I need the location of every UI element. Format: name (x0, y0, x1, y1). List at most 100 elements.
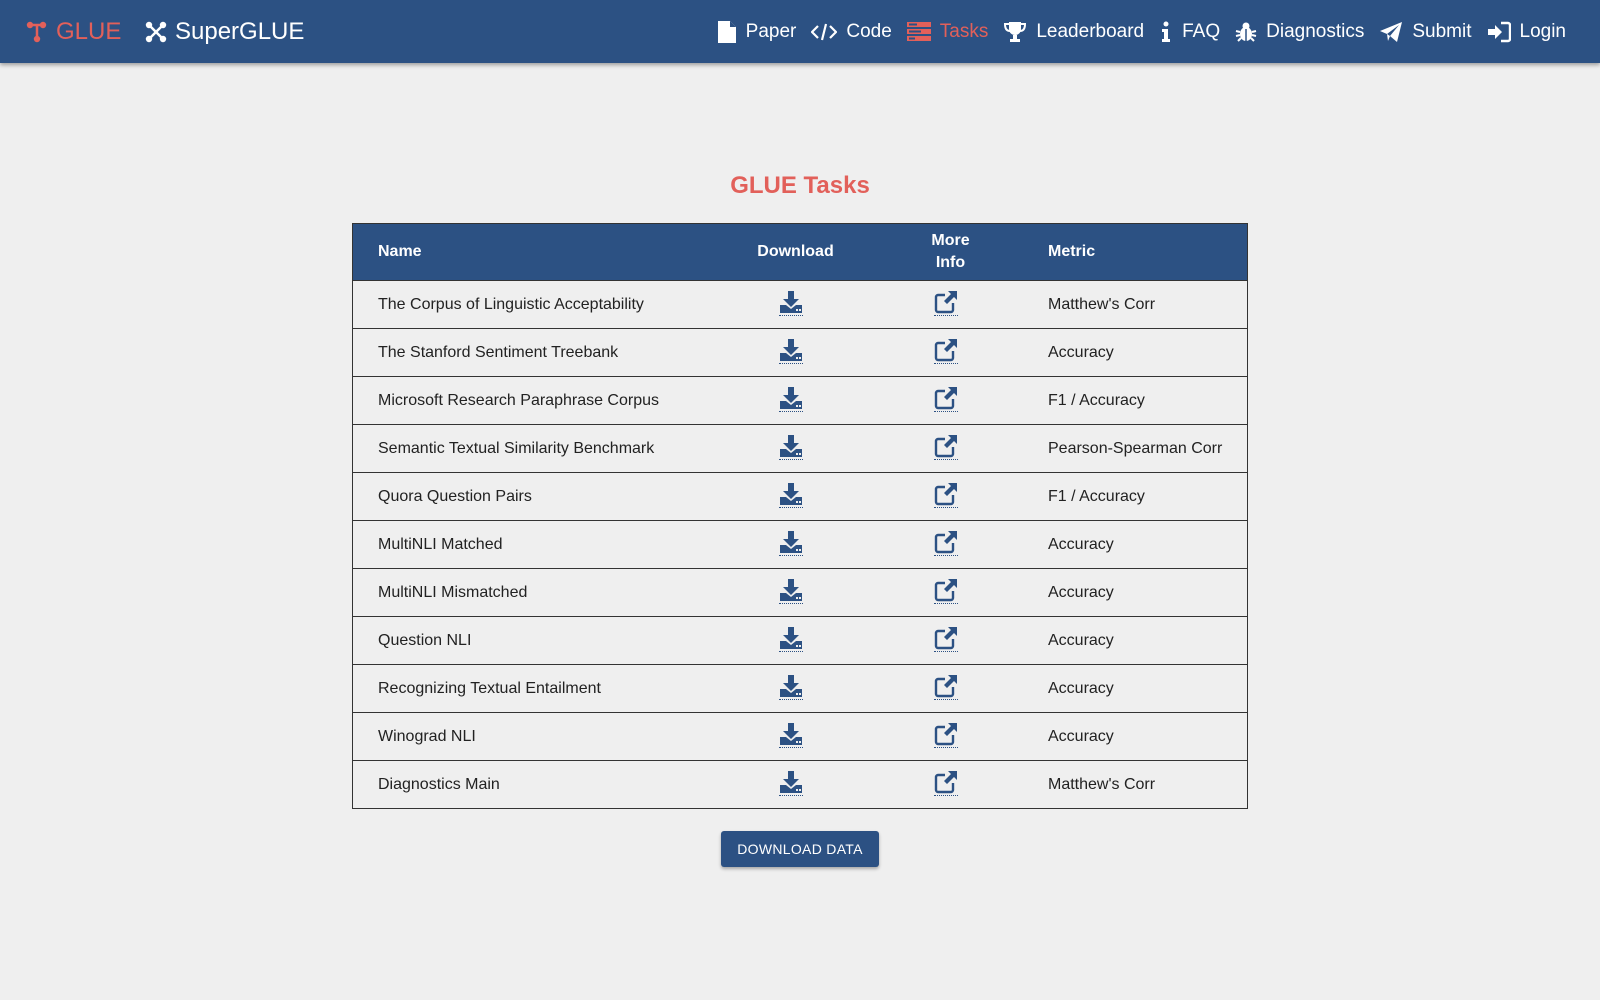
task-name: Diagnostics Main (352, 760, 718, 809)
download-icon (779, 579, 802, 601)
main-nav: Paper Code Tasks Leaderboard FAQ Diagnos… (702, 0, 1566, 63)
nav-leaderboard[interactable]: Leaderboard (1003, 21, 1144, 43)
task-name: MultiNLI Matched (352, 520, 718, 569)
download-cell (718, 280, 873, 329)
table-row: MultiNLI Mismatched Accuracy (352, 568, 1248, 617)
download-link[interactable] (778, 722, 803, 748)
download-cell (718, 520, 873, 569)
external-link-icon (934, 723, 957, 746)
download-data-button[interactable]: DOWNLOAD DATA (721, 831, 879, 867)
more-info-link[interactable] (933, 626, 958, 652)
info-icon (1162, 21, 1171, 42)
page-title: GLUE Tasks (730, 172, 870, 199)
nav-login[interactable]: Login (1487, 21, 1566, 43)
more-info-link[interactable] (933, 434, 958, 460)
task-name: Recognizing Textual Entailment (352, 664, 718, 713)
external-link-icon (934, 339, 957, 362)
task-metric: F1 / Accuracy (1028, 376, 1248, 425)
header-metric: Metric (1028, 223, 1248, 281)
task-metric: Accuracy (1028, 328, 1248, 377)
external-link-icon (934, 627, 957, 650)
download-icon (779, 387, 802, 409)
external-link-icon (934, 435, 957, 458)
download-link[interactable] (778, 770, 803, 796)
external-link-icon (934, 675, 957, 698)
download-icon (779, 771, 802, 793)
more-info-link[interactable] (933, 578, 958, 604)
more-info-link[interactable] (933, 770, 958, 796)
download-cell (718, 760, 873, 809)
nav-tasks-label: Tasks (939, 20, 989, 42)
more-info-link[interactable] (933, 338, 958, 364)
download-icon (779, 723, 802, 745)
more-info-cell (873, 280, 1028, 329)
nav-code[interactable]: Code (811, 20, 892, 43)
file-icon (717, 20, 736, 43)
more-info-cell (873, 472, 1028, 521)
download-link[interactable] (778, 578, 803, 604)
nav-faq[interactable]: FAQ (1159, 21, 1220, 43)
table-header-row: Name Download More Info Metric (352, 223, 1248, 281)
nav-faq-label: FAQ (1182, 20, 1221, 42)
more-info-link[interactable] (933, 674, 958, 700)
more-info-link[interactable] (933, 386, 958, 412)
download-icon (779, 291, 802, 313)
download-link[interactable] (778, 530, 803, 556)
nav-diagnostics[interactable]: Diagnostics (1235, 21, 1364, 43)
task-name: Winograd NLI (352, 712, 718, 761)
nav-submit[interactable]: Submit (1379, 21, 1472, 43)
header-more-info-line2: Info (935, 254, 966, 271)
external-link-icon (934, 291, 957, 314)
header-more-info: More Info (873, 223, 1028, 281)
more-info-link[interactable] (933, 722, 958, 748)
task-metric: Pearson-Spearman Corr (1028, 424, 1248, 473)
task-metric: Accuracy (1028, 616, 1248, 665)
table-row: Recognizing Textual Entailment Accuracy (352, 664, 1248, 713)
download-link[interactable] (778, 674, 803, 700)
download-cell (718, 376, 873, 425)
download-link[interactable] (778, 482, 803, 508)
login-icon (1487, 21, 1511, 42)
download-cell (718, 568, 873, 617)
download-icon (779, 435, 802, 457)
external-link-icon (934, 483, 957, 506)
download-cell (718, 424, 873, 473)
table-body: The Corpus of Linguistic Acceptability Ma… (352, 280, 1248, 809)
download-cell (718, 616, 873, 665)
download-link[interactable] (778, 434, 803, 460)
tasks-icon (906, 21, 931, 41)
task-metric: Matthew's Corr (1028, 280, 1248, 329)
task-name: MultiNLI Mismatched (352, 568, 718, 617)
more-info-cell (873, 712, 1028, 761)
download-icon (779, 339, 802, 361)
download-icon (779, 627, 802, 649)
download-link[interactable] (778, 626, 803, 652)
table-row: Question NLI Accuracy (352, 616, 1248, 665)
brand-glue-link[interactable]: GLUE (26, 0, 121, 63)
download-icon (779, 531, 802, 553)
download-link[interactable] (778, 386, 803, 412)
download-link[interactable] (778, 290, 803, 316)
code-icon (811, 23, 838, 40)
download-icon (779, 675, 802, 697)
download-link[interactable] (778, 338, 803, 364)
more-info-cell (873, 664, 1028, 713)
task-metric: Accuracy (1028, 712, 1248, 761)
nav-code-label: Code (846, 20, 892, 42)
brand-superglue-link[interactable]: SuperGLUE (145, 0, 304, 63)
table-row: Quora Question Pairs F1 / Accuracy (352, 472, 1248, 521)
nav-paper-label: Paper (745, 20, 797, 42)
more-info-cell (873, 760, 1028, 809)
table-row: The Corpus of Linguistic Acceptability Ma… (352, 280, 1248, 329)
header-more-info-line1: More (931, 232, 970, 249)
download-cell (718, 664, 873, 713)
task-name: Semantic Textual Similarity Benchmark (352, 424, 718, 473)
nav-tasks[interactable]: Tasks (906, 20, 989, 43)
table-row: Semantic Textual Similarity Benchmark Pea… (352, 424, 1248, 473)
nav-paper[interactable]: Paper (717, 20, 797, 44)
more-info-link[interactable] (933, 290, 958, 316)
more-info-link[interactable] (933, 482, 958, 508)
more-info-cell (873, 328, 1028, 377)
task-metric: F1 / Accuracy (1028, 472, 1248, 521)
more-info-link[interactable] (933, 530, 958, 556)
